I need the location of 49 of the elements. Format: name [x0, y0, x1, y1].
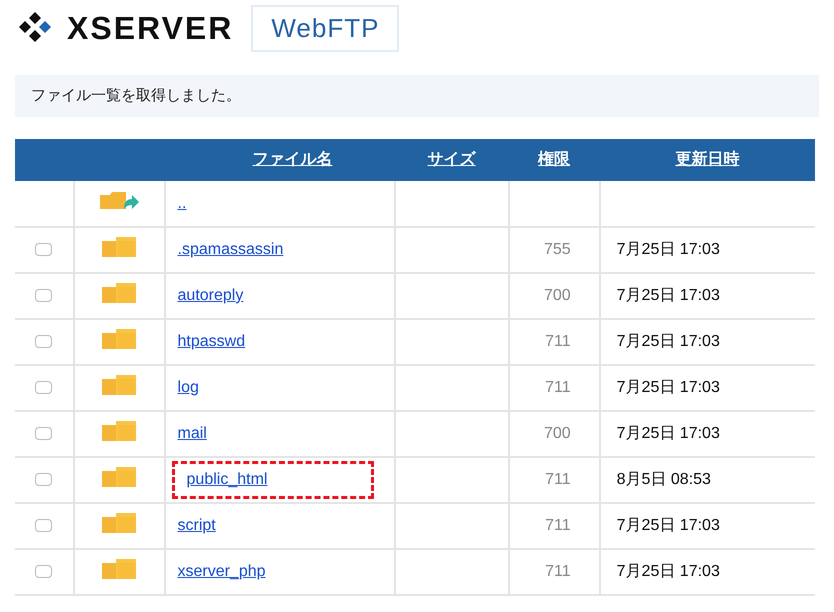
logo-text: XSERVER [67, 12, 234, 44]
folder-name-link[interactable]: script [178, 517, 216, 534]
folder-name-link[interactable]: public_html [186, 468, 268, 492]
modified-date-text: 8月5日 08:53 [616, 471, 711, 488]
parent-directory-link[interactable]: .. [178, 194, 186, 212]
folder-name-link[interactable]: log [178, 379, 199, 396]
row-checkbox[interactable] [35, 381, 52, 394]
permission-text: 711 [545, 333, 571, 350]
folder-icon [102, 282, 136, 303]
column-header-link[interactable]: 更新日時 [675, 151, 740, 168]
modified-date-text: 7月25日 17:03 [616, 425, 720, 442]
modified-date-text: 7月25日 17:03 [616, 333, 720, 350]
modified-date-text: 7月25日 17:03 [616, 241, 720, 258]
column-header-link[interactable]: 権限 [538, 151, 570, 168]
modified-date-text: 7月25日 17:03 [616, 517, 720, 534]
folder-icon [102, 420, 136, 441]
folder-name-link[interactable]: mail [178, 425, 207, 442]
app-badge: WebFTP [251, 4, 400, 52]
folder-icon [102, 558, 136, 579]
folder-name-link[interactable]: autoreply [178, 287, 244, 304]
row-checkbox[interactable] [35, 335, 52, 348]
row-checkbox[interactable] [35, 243, 52, 256]
permission-text: 700 [544, 287, 571, 304]
modified-date-text: 7月25日 17:03 [616, 563, 720, 580]
column-header-link[interactable]: ファイル名 [252, 151, 333, 168]
column-header-link[interactable]: サイズ [428, 151, 476, 168]
folder-icon [102, 466, 136, 487]
folder-name-link[interactable]: .spamassassin [178, 241, 284, 258]
row-checkbox[interactable] [35, 473, 52, 486]
folder-name-link[interactable]: xserver_php [178, 563, 266, 580]
folder-icon [102, 374, 136, 395]
folder-name-link[interactable]: htpasswd [178, 333, 246, 350]
permission-text: 755 [544, 241, 571, 258]
folder-icon [102, 328, 136, 349]
folder-up-icon [98, 189, 140, 212]
status-message: ファイル一覧を取得しました。 [15, 75, 819, 117]
modified-date-text: 7月25日 17:03 [616, 379, 720, 396]
row-checkbox[interactable] [35, 519, 52, 532]
row-checkbox[interactable] [35, 289, 52, 302]
modified-date-text: 7月25日 17:03 [616, 287, 720, 304]
permission-text: 711 [545, 471, 571, 488]
permission-text: 711 [545, 379, 571, 396]
row-checkbox[interactable] [35, 565, 52, 578]
folder-icon [102, 512, 136, 533]
folder-icon [102, 236, 136, 257]
permission-text: 700 [544, 425, 571, 442]
permission-text: 711 [545, 563, 571, 580]
permission-text: 711 [545, 517, 571, 534]
row-checkbox[interactable] [35, 427, 52, 440]
